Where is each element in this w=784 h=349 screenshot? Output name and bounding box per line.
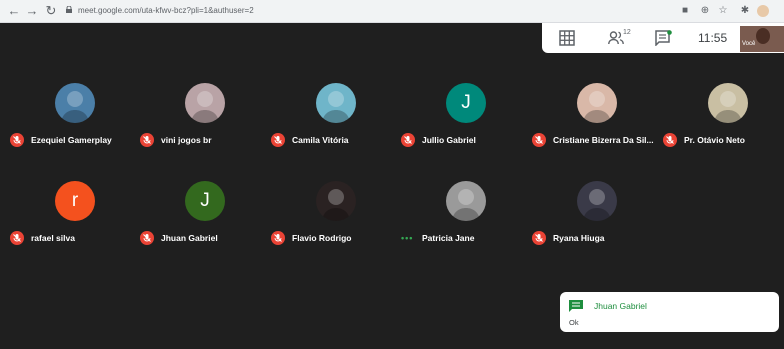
address-bar[interactable]: meet.google.com/uta-kfwv-bcz?pli=1&authu… xyxy=(78,6,254,15)
participant-name: Cristiane Bizerra Da Sil... xyxy=(553,135,654,145)
zoom-icon[interactable]: ⊕ xyxy=(698,4,712,18)
chat-notification[interactable]: Jhuan Gabriel Ok xyxy=(560,292,779,332)
mic-off-icon xyxy=(10,231,24,245)
participant-name: Patricia Jane xyxy=(422,233,475,243)
profile-icon[interactable] xyxy=(756,4,770,18)
avatar-photo xyxy=(191,91,219,123)
avatar-initial: J xyxy=(461,92,471,113)
chat-message: Ok xyxy=(569,318,579,327)
participant-tile[interactable]: vini jogos br xyxy=(140,83,270,163)
avatar-photo xyxy=(452,189,480,221)
avatar-photo xyxy=(714,91,742,123)
extensions-icon[interactable]: ✱ xyxy=(738,4,752,18)
participant-avatar: J xyxy=(446,83,486,123)
forward-icon[interactable]: → xyxy=(24,3,40,19)
avatar-photo xyxy=(583,91,611,123)
mic-off-icon xyxy=(532,231,546,245)
avatar-initial: J xyxy=(200,190,210,211)
participant-avatar xyxy=(577,83,617,123)
mic-off-icon xyxy=(271,231,285,245)
participant-tile[interactable]: Pr. Otávio Neto xyxy=(663,83,784,163)
chat-sender: Jhuan Gabriel xyxy=(594,301,647,311)
lock-icon[interactable] xyxy=(66,6,72,13)
reload-icon[interactable]: ↻ xyxy=(43,3,59,19)
avatar-photo xyxy=(583,189,611,221)
participants-button[interactable]: 12 xyxy=(608,29,638,47)
avatar-photo xyxy=(322,91,350,123)
participant-avatar xyxy=(446,181,486,221)
participant-name: vini jogos br xyxy=(161,135,212,145)
participant-name: Flavio Rodrigo xyxy=(292,233,352,243)
participant-avatar xyxy=(316,181,356,221)
participant-tile[interactable]: Flavio Rodrigo xyxy=(271,181,401,261)
participant-tile[interactable]: J Jhuan Gabriel xyxy=(140,181,270,261)
star-icon[interactable]: ☆ xyxy=(716,4,730,18)
mic-off-icon xyxy=(140,133,154,147)
back-icon[interactable]: ← xyxy=(6,3,22,19)
layout-grid-icon[interactable] xyxy=(558,30,576,46)
participant-avatar: J xyxy=(185,181,225,221)
participant-tile[interactable]: r rafael silva xyxy=(10,181,140,261)
mic-off-icon xyxy=(271,133,285,147)
mic-off-icon xyxy=(532,133,546,147)
participant-avatar xyxy=(55,83,95,123)
mic-off-icon xyxy=(10,133,24,147)
participant-tile[interactable]: ••• Patricia Jane xyxy=(401,181,531,261)
speaking-dots-icon: ••• xyxy=(401,233,414,243)
mic-off-icon xyxy=(663,133,677,147)
participant-name: Jhuan Gabriel xyxy=(161,233,218,243)
chat-icon[interactable] xyxy=(654,30,672,46)
participant-name: Pr. Otávio Neto xyxy=(684,135,745,145)
self-view-video xyxy=(756,28,770,44)
participant-name: rafael silva xyxy=(31,233,75,243)
participant-tile[interactable]: J Jullio Gabriel xyxy=(401,83,531,163)
participant-tile[interactable]: Camila Vitória xyxy=(271,83,401,163)
participant-tile[interactable]: Ezequiel Gamerplay xyxy=(10,83,140,163)
people-icon xyxy=(608,31,624,45)
mic-off-icon xyxy=(140,231,154,245)
avatar-initial: r xyxy=(71,190,79,211)
participant-avatar xyxy=(708,83,748,123)
participant-count: 12 xyxy=(623,29,631,36)
meeting-clock: 11:55 xyxy=(698,31,728,45)
avatar-photo xyxy=(322,189,350,221)
participant-name: Camila Vitória xyxy=(292,135,349,145)
self-view-tile[interactable]: Você xyxy=(740,26,784,52)
mic-off-icon xyxy=(401,133,415,147)
participant-avatar xyxy=(316,83,356,123)
self-view-label: Você xyxy=(742,41,756,47)
participant-avatar: r xyxy=(55,181,95,221)
browser-toolbar: ← → ↻ meet.google.com/uta-kfwv-bcz?pli=1… xyxy=(0,0,784,23)
participant-name: Ezequiel Gamerplay xyxy=(31,135,112,145)
avatar-photo xyxy=(61,91,89,123)
participant-avatar xyxy=(577,181,617,221)
participant-tile[interactable]: Cristiane Bizerra Da Sil... xyxy=(532,83,662,163)
participant-name: Jullio Gabriel xyxy=(422,135,476,145)
chat-message-icon xyxy=(569,300,583,312)
participant-avatar xyxy=(185,83,225,123)
participant-name: Ryana Hiuga xyxy=(553,233,605,243)
participant-tile[interactable]: Ryana Hiuga xyxy=(532,181,662,261)
camera-icon[interactable]: ■ xyxy=(678,4,692,18)
